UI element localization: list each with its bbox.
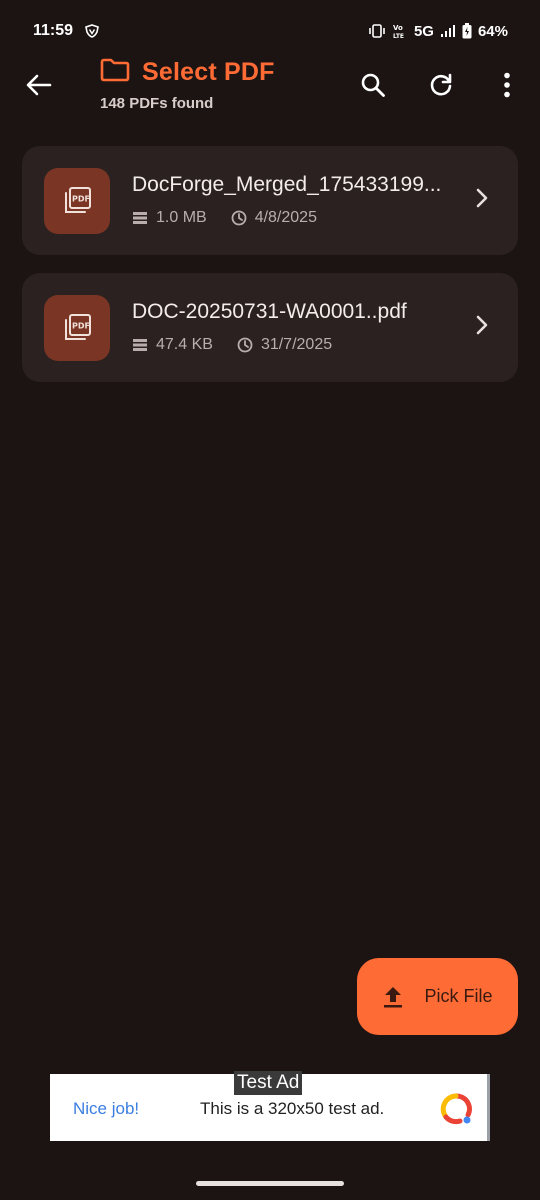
chevron-right-icon xyxy=(476,188,488,208)
title-block: Select PDF 148 PDFs found xyxy=(100,58,275,112)
status-bar: 11:59 Vo LTE 5G 64% xyxy=(0,0,540,62)
more-options-button[interactable] xyxy=(490,68,524,102)
page-title: Select PDF xyxy=(142,58,275,86)
home-indicator[interactable] xyxy=(196,1181,344,1186)
signal-icon xyxy=(440,24,456,38)
status-right: Vo LTE 5G 64% xyxy=(368,23,508,40)
status-left: 11:59 xyxy=(33,22,99,40)
search-button[interactable] xyxy=(356,68,390,102)
refresh-icon xyxy=(430,73,452,96)
pdf-badge-label: PDF xyxy=(72,195,90,204)
status-time: 11:59 xyxy=(33,22,74,39)
pick-file-button[interactable]: Pick File xyxy=(357,958,518,1035)
file-list: PDF DocForge_Merged_175433199... 1.0 MB … xyxy=(22,146,518,400)
pdf-count: 148 PDFs found xyxy=(100,95,214,112)
ad-headline: Nice job! xyxy=(73,1099,140,1118)
file-name: DocForge_Merged_175433199... xyxy=(132,173,442,196)
vibrate-icon xyxy=(368,24,386,38)
test-ad-tag: Test Ad xyxy=(234,1071,303,1095)
volte-icon: Vo LTE xyxy=(392,23,408,39)
storage-icon xyxy=(133,339,147,351)
app-bar: Select PDF 148 PDFs found xyxy=(0,54,540,124)
ad-banner[interactable]: Test Ad Nice job! This is a 320x50 test … xyxy=(50,1071,490,1141)
file-card[interactable]: PDF DOC-20250731-WA0001..pdf 47.4 KB 31/… xyxy=(22,273,518,382)
ad-body: This is a 320x50 test ad. xyxy=(200,1099,385,1118)
file-size: 1.0 MB xyxy=(156,209,207,226)
file-size: 47.4 KB xyxy=(156,336,213,353)
back-button[interactable] xyxy=(22,68,56,102)
file-name: DOC-20250731-WA0001..pdf xyxy=(132,300,407,323)
search-icon xyxy=(361,73,385,97)
clock-icon xyxy=(237,337,253,353)
folder-icon xyxy=(100,58,130,87)
more-vert-icon xyxy=(504,72,510,98)
ad-network-logo-icon xyxy=(440,1093,472,1125)
file-meta: 47.4 KB 31/7/2025 xyxy=(132,336,356,354)
battery-level: 64% xyxy=(477,22,508,40)
file-card[interactable]: PDF DocForge_Merged_175433199... 1.0 MB … xyxy=(22,146,518,255)
pdf-file-icon: PDF xyxy=(44,295,110,361)
refresh-button[interactable] xyxy=(424,68,458,102)
svg-text:Vo: Vo xyxy=(393,24,403,32)
network-type: 5G xyxy=(413,22,434,40)
pick-file-label: Pick File xyxy=(424,986,493,1006)
pdf-badge-label: PDF xyxy=(72,322,90,331)
chevron-right-icon xyxy=(476,315,488,335)
file-date: 31/7/2025 xyxy=(260,336,333,353)
clock-icon xyxy=(231,210,247,226)
storage-icon xyxy=(133,212,147,224)
pdf-file-icon: PDF xyxy=(44,168,110,234)
vpn-shield-icon xyxy=(85,24,99,38)
upload-icon xyxy=(384,986,403,1007)
arrow-left-icon xyxy=(26,74,52,96)
file-meta: 1.0 MB 4/8/2025 xyxy=(132,209,341,227)
battery-icon xyxy=(462,23,472,39)
file-date: 4/8/2025 xyxy=(254,209,317,226)
svg-text:LTE: LTE xyxy=(393,33,404,39)
